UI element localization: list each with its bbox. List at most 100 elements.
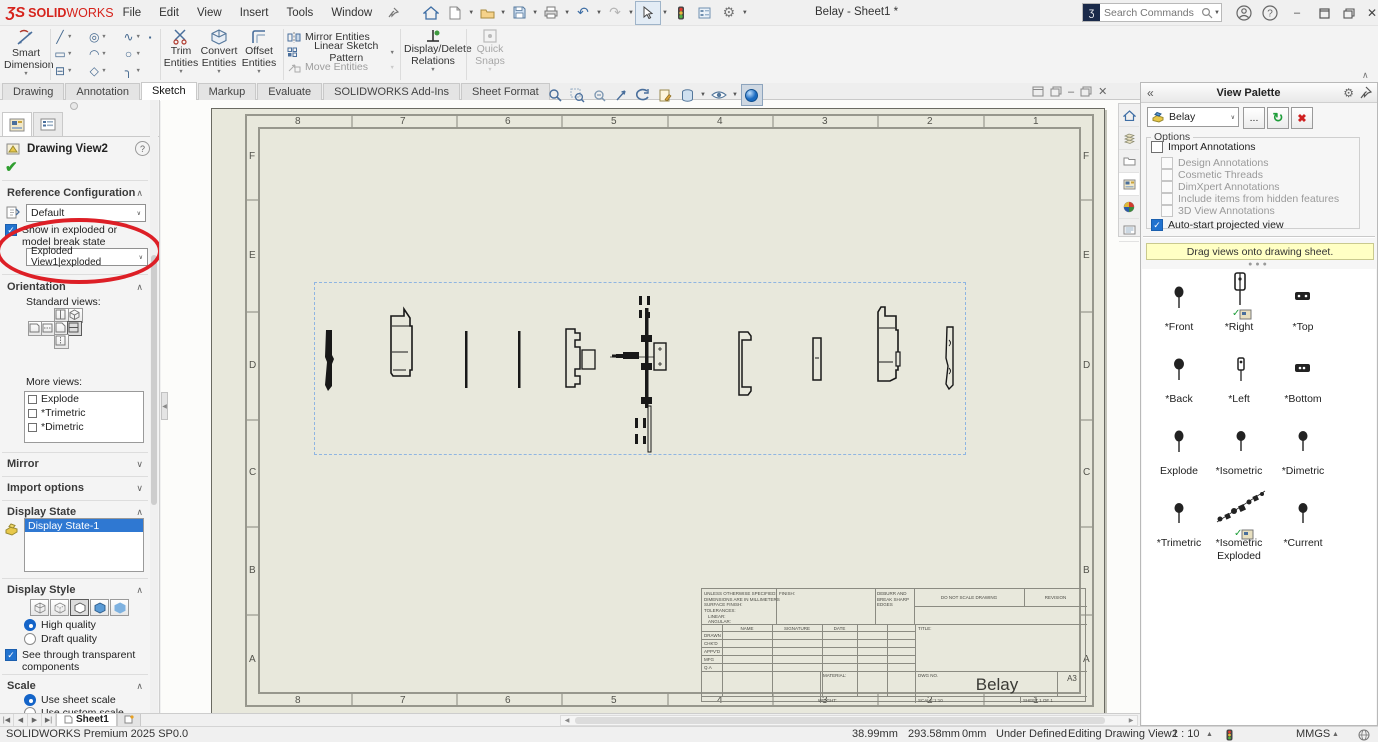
custom-properties-tab-icon[interactable] [1119, 219, 1139, 242]
file-explorer-tab-icon[interactable] [1119, 150, 1139, 173]
minimize-window-button[interactable]: – [1285, 2, 1309, 24]
refresh-palette-button[interactable]: ↻ [1267, 107, 1289, 129]
menu-insert[interactable]: Insert [231, 0, 278, 26]
quick-snaps-button[interactable]: Quick Snaps ▼ [470, 28, 510, 80]
status-units[interactable]: MMGS [1296, 728, 1330, 740]
view-right-button[interactable] [67, 321, 82, 336]
last-sheet-button[interactable]: ▶| [42, 714, 56, 726]
palette-document-dropdown[interactable]: Belay ∨ [1147, 107, 1239, 127]
polygon-dropdown[interactable]: ▼ [101, 68, 106, 74]
zoom-to-fit-icon[interactable] [545, 85, 565, 105]
collapse-panel-icon[interactable]: « [1147, 86, 1154, 100]
sheet-properties-icon[interactable] [655, 85, 675, 105]
panel-splitter-handle[interactable] [70, 102, 78, 110]
close-document-button[interactable]: ✕ [1098, 85, 1107, 98]
browse-document-button[interactable]: ... [1243, 107, 1265, 129]
isometric-exploded-thumbnail[interactable] [1212, 487, 1272, 527]
high-quality-radio-row[interactable]: High quality [24, 619, 96, 631]
restore-document-button[interactable] [1080, 86, 1092, 97]
design-annotations-checkbox[interactable] [1161, 157, 1173, 169]
front-view-thumbnail[interactable] [1166, 283, 1192, 313]
print-button[interactable] [539, 2, 563, 24]
trim-entities-button[interactable]: Trim Entities ▼ [163, 28, 199, 80]
tab-drawing[interactable]: Drawing [2, 83, 64, 100]
convert-entities-button[interactable]: Convert Entities ▼ [199, 28, 239, 80]
palette-drag-handle[interactable]: ●●● [1141, 261, 1377, 268]
menu-file[interactable]: File [114, 0, 151, 26]
fillet-tool-icon[interactable]: ╮ [122, 64, 136, 78]
collapse-ribbon-button[interactable]: ∧ [1362, 70, 1369, 81]
arc-dropdown[interactable]: ▼ [101, 51, 106, 57]
pin-menu-icon[interactable] [381, 2, 405, 24]
line-tool-icon[interactable]: ╱ [53, 30, 67, 44]
quick-snaps-dropdown[interactable]: ▼ [470, 67, 510, 73]
point-tool-icon[interactable]: ▪ [143, 33, 157, 42]
tags-globe-icon[interactable] [1358, 729, 1370, 741]
spline-dropdown[interactable]: ▼ [136, 34, 141, 40]
import-annotations-row[interactable]: Import Annotations [1151, 141, 1256, 153]
display-delete-dropdown[interactable]: ▼ [404, 67, 462, 73]
ellipse-dropdown[interactable]: ▼ [136, 51, 141, 57]
linear-pattern-dropdown[interactable]: ▼ [390, 50, 395, 56]
restore-window-button[interactable] [1337, 2, 1361, 24]
display-delete-relations-button[interactable]: Display/Delete Relations ▼ [404, 28, 462, 80]
move-entities-dropdown[interactable]: ▼ [390, 65, 395, 71]
scroll-left-arrow[interactable]: ◀ [561, 716, 573, 725]
display-state-listbox[interactable]: Display State-1 [24, 518, 144, 572]
save-button[interactable] [507, 2, 531, 24]
section-display-style[interactable]: Display Style∧ [0, 581, 150, 599]
new-document-button[interactable] [443, 2, 467, 24]
shaded-with-edges-button[interactable] [90, 599, 109, 616]
maximize-window-button[interactable] [1312, 2, 1336, 24]
high-quality-radio[interactable] [24, 619, 36, 631]
tab-sheet-format[interactable]: Sheet Format [461, 83, 550, 100]
draft-quality-radio-row[interactable]: Draft quality [24, 633, 97, 645]
save-dropdown[interactable]: ▼ [532, 10, 538, 16]
thumbnail-label[interactable]: *Dimetric [1264, 465, 1342, 478]
status-traffic-light-icon[interactable] [1226, 729, 1233, 741]
more-views-item[interactable]: *Trimetric [25, 406, 143, 420]
bottom-view-thumbnail[interactable] [1290, 357, 1316, 383]
close-window-button[interactable]: ✕ [1360, 2, 1378, 24]
slot-tool-icon[interactable]: ⊟ [53, 64, 67, 78]
auto-start-checkbox[interactable]: ✓ [1151, 219, 1163, 231]
undo-dropdown[interactable]: ▼ [596, 10, 602, 16]
search-input[interactable] [1100, 7, 1201, 19]
section-import-options[interactable]: Import options∨ [0, 479, 150, 497]
slot-dropdown[interactable]: ▼ [67, 68, 72, 74]
section-scale[interactable]: Scale∧ [0, 677, 150, 695]
circle-dropdown[interactable]: ▼ [101, 34, 106, 40]
display-style-icon[interactable] [677, 85, 697, 105]
search-icon[interactable] [1201, 7, 1213, 19]
tab-annotation[interactable]: Annotation [65, 83, 140, 100]
explode-view-thumbnail[interactable] [1166, 427, 1192, 457]
open-button[interactable] [475, 2, 499, 24]
tab-sketch[interactable]: Sketch [141, 82, 197, 101]
explode-checkbox[interactable] [28, 395, 37, 404]
interference-light-icon[interactable] [669, 2, 693, 24]
clear-palette-button[interactable]: ✖ [1291, 107, 1313, 129]
exploded-view-dropdown[interactable]: Exploded View1|exploded∨ [26, 248, 148, 266]
undo-button[interactable]: ↶ [571, 2, 595, 24]
offset-dropdown[interactable]: ▼ [239, 69, 279, 75]
select-tool-dropdown[interactable]: ▼ [662, 10, 668, 16]
tab-evaluate[interactable]: Evaluate [257, 83, 322, 100]
auto-start-projected-row[interactable]: ✓Auto-start projected view [1151, 219, 1284, 231]
dimxpert-annotations-row[interactable]: DimXpert Annotations [1161, 181, 1280, 193]
user-account-icon[interactable] [1232, 2, 1256, 24]
ellipse-tool-icon[interactable]: ○ [122, 47, 136, 61]
use-sheet-scale-radio[interactable] [24, 694, 36, 706]
scroll-right-arrow[interactable]: ▶ [1125, 716, 1137, 725]
shaded-style-button[interactable] [110, 599, 129, 616]
section-reference-configuration[interactable]: Reference Configuration ∧ [0, 184, 150, 202]
options-list-button[interactable] [693, 2, 717, 24]
add-sheet-button[interactable] [117, 714, 141, 727]
trim-dropdown[interactable]: ▼ [163, 69, 199, 75]
palette-gear-icon[interactable]: ⚙ [1343, 86, 1354, 100]
configuration-dropdown[interactable]: Default∨ [26, 204, 146, 222]
tab-solidworks-add-ins[interactable]: SOLIDWORKS Add-Ins [323, 83, 460, 100]
move-entities-button[interactable]: Move Entities ▼ [287, 60, 395, 75]
new-window-icon[interactable] [1032, 86, 1044, 97]
zoom-to-area-icon[interactable] [567, 85, 587, 105]
menu-tools[interactable]: Tools [277, 0, 322, 26]
